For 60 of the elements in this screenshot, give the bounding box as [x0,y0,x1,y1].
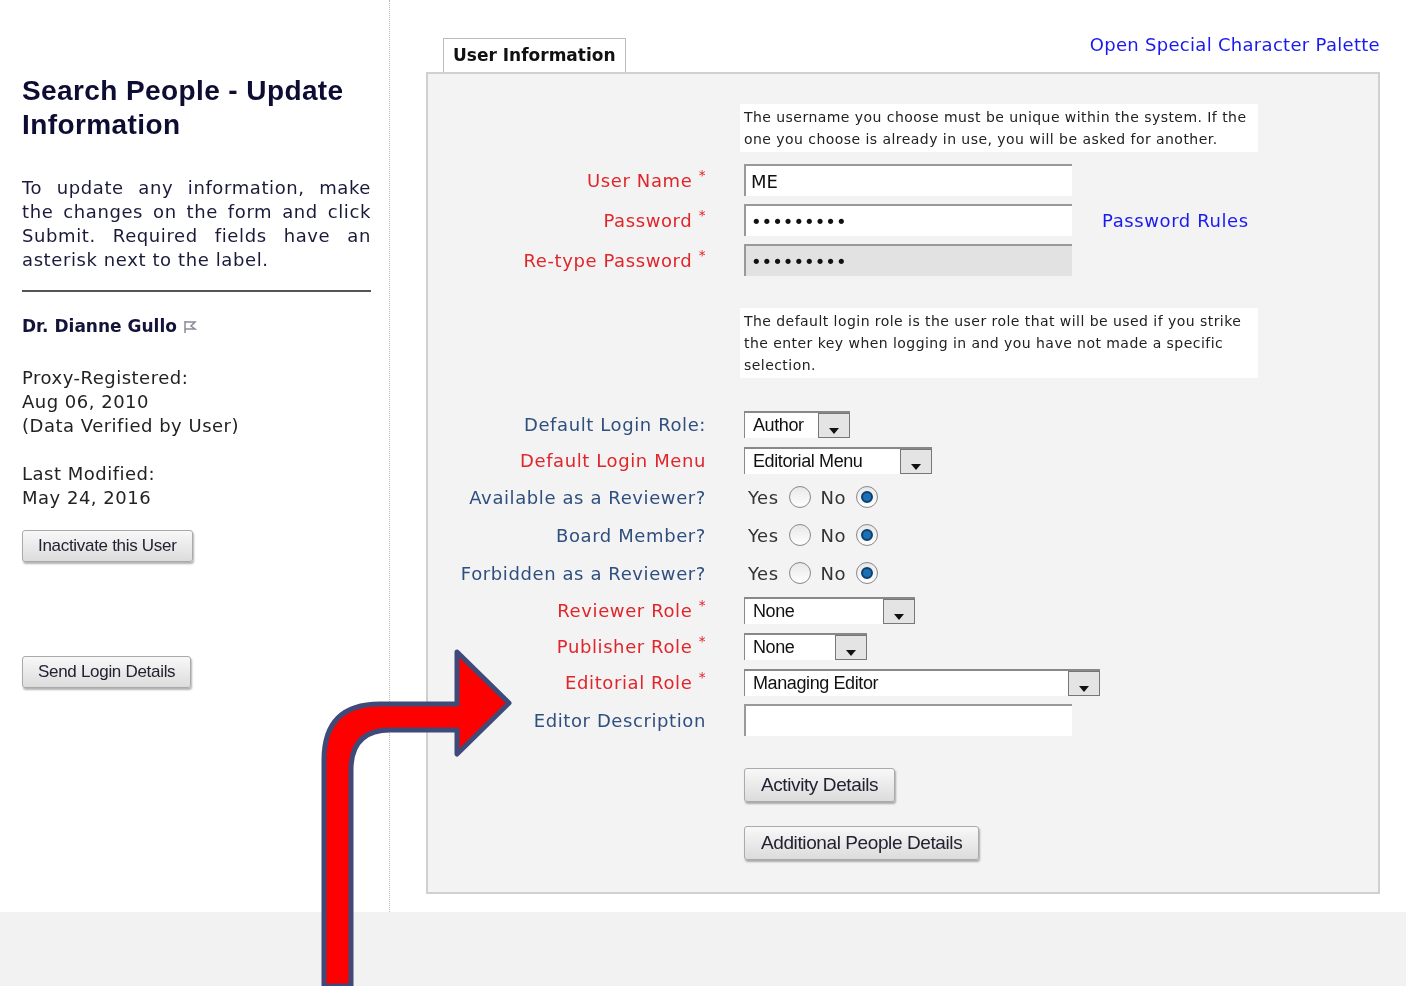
field-label: Reviewer Role $^{*}$ [557,599,706,621]
dropdown-value: None [752,635,796,659]
option-label: Yes [748,523,779,548]
caret-icon [846,649,856,656]
option-label: No [820,561,847,586]
dropdown-value: Author [752,413,805,437]
field-label: Board Member? [555,524,706,546]
dropdown-value: None [752,599,796,623]
field-label: Re-type Password $^{*}$ [523,249,706,271]
palette-link[interactable]: Open Special Character Palette [1089,31,1380,58]
field-label: Editorial Role $^{*}$ [565,671,706,693]
dropdown[interactable]: None [744,596,915,624]
field-label: Default Login Menu [520,449,706,471]
dropdown-value: Managing Editor [752,671,880,695]
field-label: User Name $^{*}$ [587,169,706,191]
field-label: Editor Description [533,709,706,731]
action-button[interactable]: Inactivate this User [22,529,193,562]
info-text: Aug 06, 2010 [22,389,151,414]
flag-icon[interactable] [182,319,197,334]
dropdown[interactable]: None [744,632,867,660]
field-label: Publisher Role $^{*}$ [556,635,706,657]
dropdown[interactable]: Managing Editor [744,668,1100,696]
dropdown[interactable]: Author [744,410,850,438]
info-text: Proxy-Registered: [22,365,190,390]
option-label: Yes [748,485,779,510]
radio-button[interactable] [856,562,879,584]
form-button[interactable]: Additional People Details [744,826,980,860]
info-text: May 24, 2016 [22,485,153,510]
text-field[interactable] [744,704,1072,736]
action-button[interactable]: Send Login Details [22,655,192,688]
field-label: Password $^{*}$ [603,209,706,231]
person-name: Dr. Dianne Gullo [22,315,177,338]
help-text: The username you choose must be unique within the system. If the one you choose is already in use, you will be asked for another. [740,104,1258,152]
dropdown[interactable]: Editorial Menu [744,446,932,474]
dropdown-value: Editorial Menu [752,449,864,473]
field-label: Available as a Reviewer? [469,486,706,508]
caret-icon [829,427,839,434]
info-text: (Data Verified by User) [22,413,241,438]
radio-button[interactable] [788,562,811,584]
field-label: Default Login Role: [523,413,706,435]
text-field[interactable]: ME [744,164,1072,196]
panel-tab[interactable]: User Information [443,38,626,72]
form-button[interactable]: Activity Details [744,768,896,802]
caret-icon [911,463,921,470]
text-field[interactable]: ••••••••• [744,204,1072,236]
caret-icon [894,613,904,620]
radio-button[interactable] [788,486,811,508]
option-label: No [820,485,847,510]
instructions-text: To update any information, make the changes on the form and click Submit. Required fields have an asterisk next to the label. [22,176,371,272]
radio-button[interactable] [856,524,879,546]
page-title: Search People - Update Information [22,74,345,142]
caret-icon [1079,685,1089,692]
radio-button[interactable] [788,524,811,546]
field-label: Forbidden as a Reviewer? [460,562,706,584]
option-label: No [820,523,847,548]
radio-button[interactable] [856,486,879,508]
password-rules-link[interactable]: Password Rules [1102,206,1249,234]
help-text: The default login role is the user role that will be used if you strike the enter key when logging in and you have not made a specific selection. [740,308,1258,378]
info-text: Last Modified: [22,461,157,486]
option-label: Yes [748,561,779,586]
